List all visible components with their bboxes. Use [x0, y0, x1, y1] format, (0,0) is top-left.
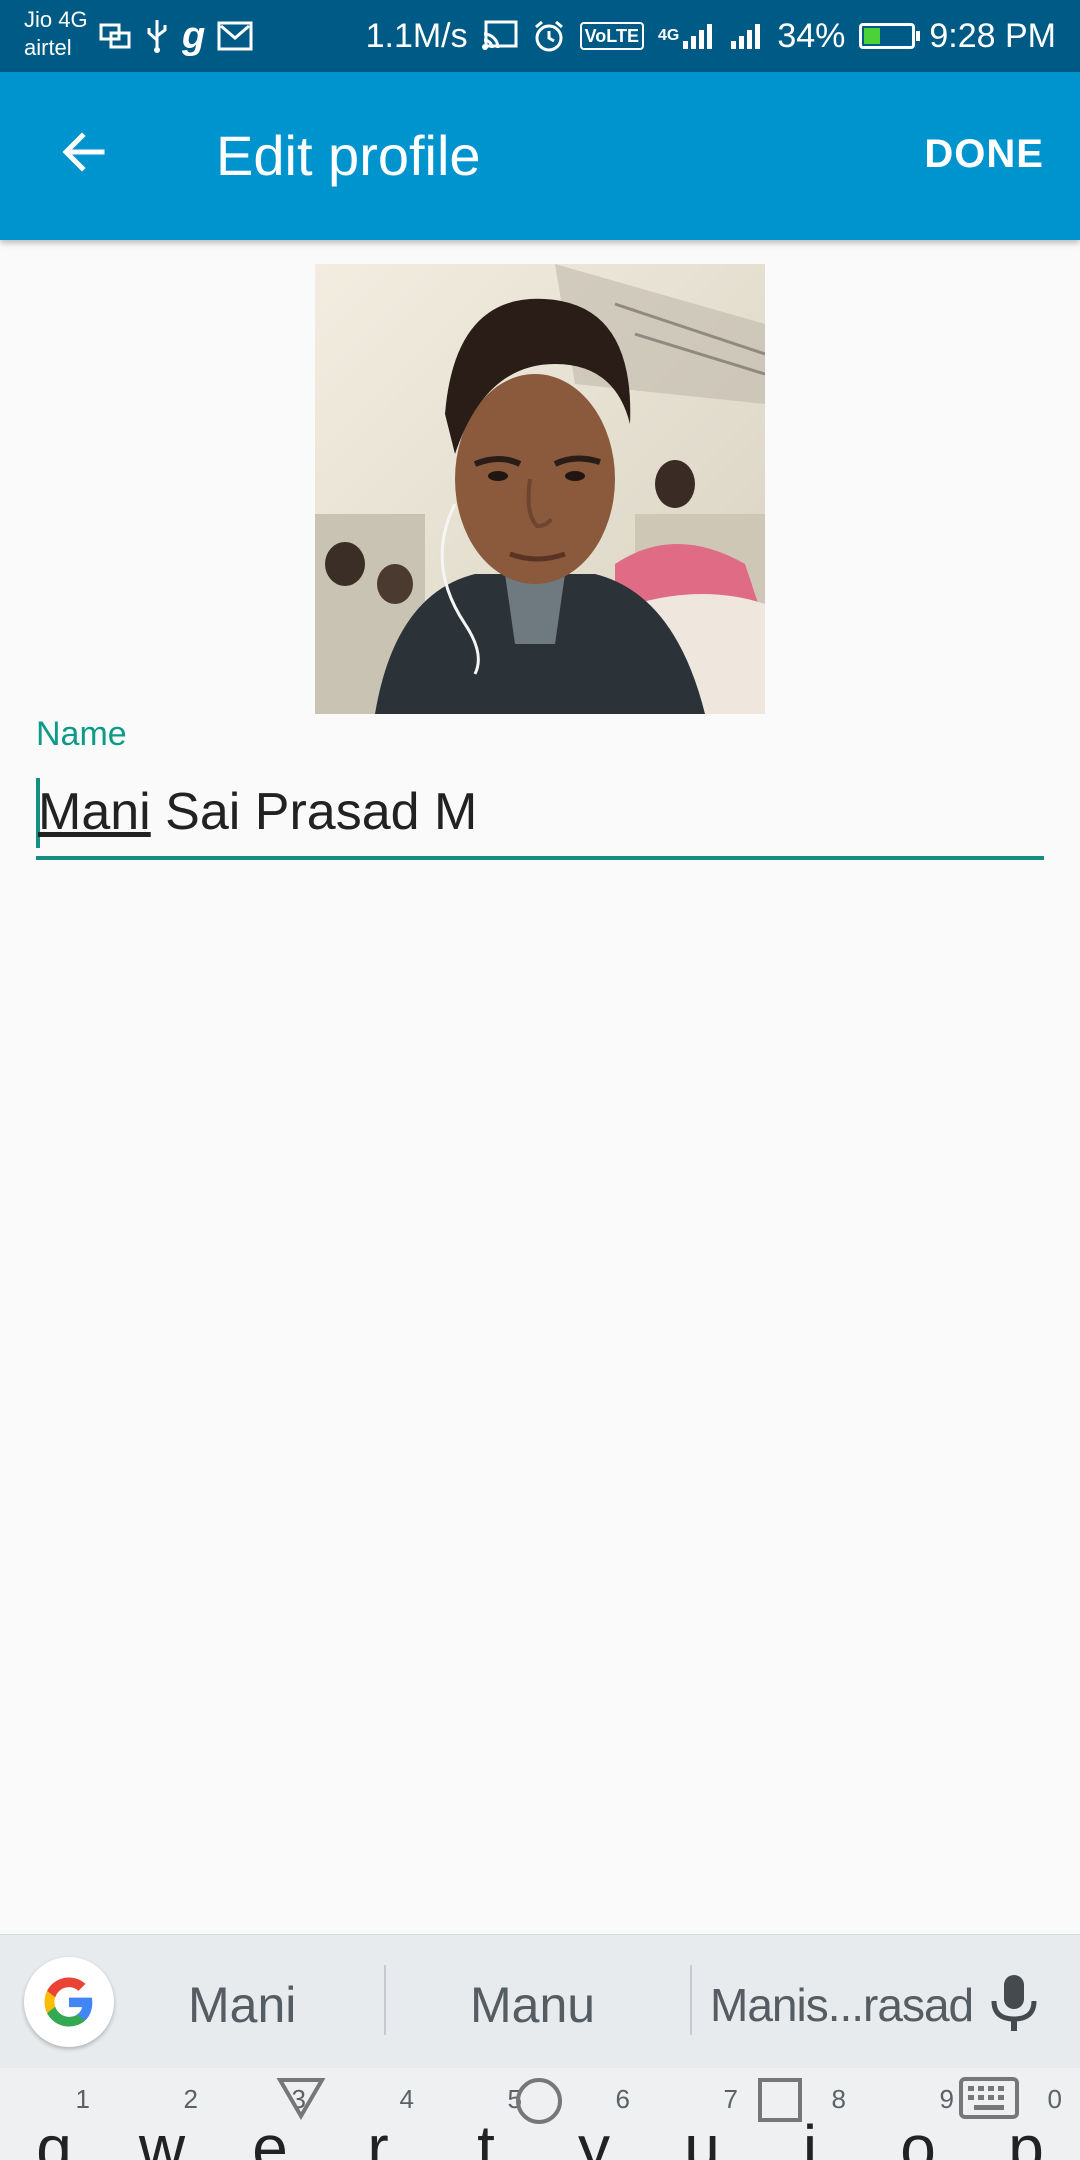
key-o[interactable]: 9o — [864, 2068, 972, 2160]
gmail-icon — [217, 21, 253, 51]
suggestion-divider — [690, 1965, 692, 2035]
name-label: Name — [36, 715, 127, 753]
voice-input-button[interactable] — [984, 1971, 1044, 2035]
profile-photo-image — [315, 264, 765, 714]
done-button[interactable]: DONE — [924, 126, 1044, 182]
key-letter: q — [36, 2112, 72, 2160]
cast-icon — [481, 20, 518, 52]
clock: 9:28 PM — [929, 16, 1056, 55]
alarm-icon — [532, 19, 566, 53]
key-w[interactable]: 2w — [108, 2068, 216, 2160]
key-letter: o — [900, 2112, 936, 2160]
signal-4g-icon: 4G — [658, 21, 715, 51]
status-bar: Jio 4G airtel g 1.1M/s VoLTE 4G 34% 9:28… — [0, 0, 1080, 72]
keyboard-suggestion-bar: Mani Manu Manis...rasad — [0, 1934, 1080, 2069]
google-button[interactable] — [24, 1957, 114, 2047]
suggestion-1[interactable]: Mani — [188, 1973, 296, 2037]
google-g-icon — [44, 1977, 93, 2027]
key-letter: r — [367, 2112, 389, 2160]
status-right: 1.1M/s VoLTE 4G 34% 9:28 PM — [366, 12, 1056, 60]
arrow-back-icon — [62, 132, 105, 172]
microphone-icon — [991, 1975, 1037, 2031]
signal-icon — [729, 21, 763, 51]
suggestion-divider — [384, 1965, 386, 2035]
network-speed: 1.1M/s — [365, 16, 468, 55]
key-q[interactable]: 1q — [0, 2068, 108, 2160]
suggestion-3[interactable]: Manis...rasad — [710, 1973, 974, 2037]
battery-icon — [859, 23, 921, 49]
g-app-icon: g — [182, 14, 206, 57]
carrier-bottom: airtel — [24, 35, 72, 60]
name-rest: Sai Prasad M — [150, 783, 478, 841]
page-title: Edit profile — [216, 124, 481, 187]
carrier-info: Jio 4G airtel — [24, 6, 104, 62]
name-value: Mani Sai Prasad M — [38, 780, 477, 844]
battery-fill — [864, 28, 881, 44]
screen-share-icon — [98, 19, 132, 53]
profile-photo[interactable] — [315, 264, 765, 714]
name-composing-word: Mani — [38, 783, 151, 841]
nav-recents-icon[interactable] — [756, 2076, 804, 2129]
name-input[interactable]: Mani Sai Prasad M — [36, 770, 1044, 860]
back-button[interactable] — [44, 112, 124, 192]
nav-home-icon[interactable] — [514, 2076, 564, 2131]
volte-badge: VoLTE — [579, 22, 644, 50]
notification-icons: g — [98, 14, 253, 57]
suggestion-2[interactable]: Manu — [470, 1973, 595, 2037]
key-r[interactable]: 4r — [324, 2068, 432, 2160]
carrier-top: Jio 4G — [24, 7, 88, 32]
usb-icon — [144, 18, 170, 54]
keyboard: 0p9o8i7u6y5t4r3e2w1q — [0, 2068, 1080, 2160]
key-letter: u — [684, 2112, 720, 2160]
key-letter: w — [138, 2112, 186, 2160]
app-bar: Edit profile DONE — [0, 72, 1080, 240]
key-u[interactable]: 7u — [648, 2068, 756, 2160]
nav-back-icon[interactable] — [276, 2076, 326, 2125]
keyboard-hide-icon[interactable] — [958, 2076, 1020, 2125]
battery-percent: 34% — [777, 16, 846, 55]
network-type: 4G — [657, 27, 680, 44]
